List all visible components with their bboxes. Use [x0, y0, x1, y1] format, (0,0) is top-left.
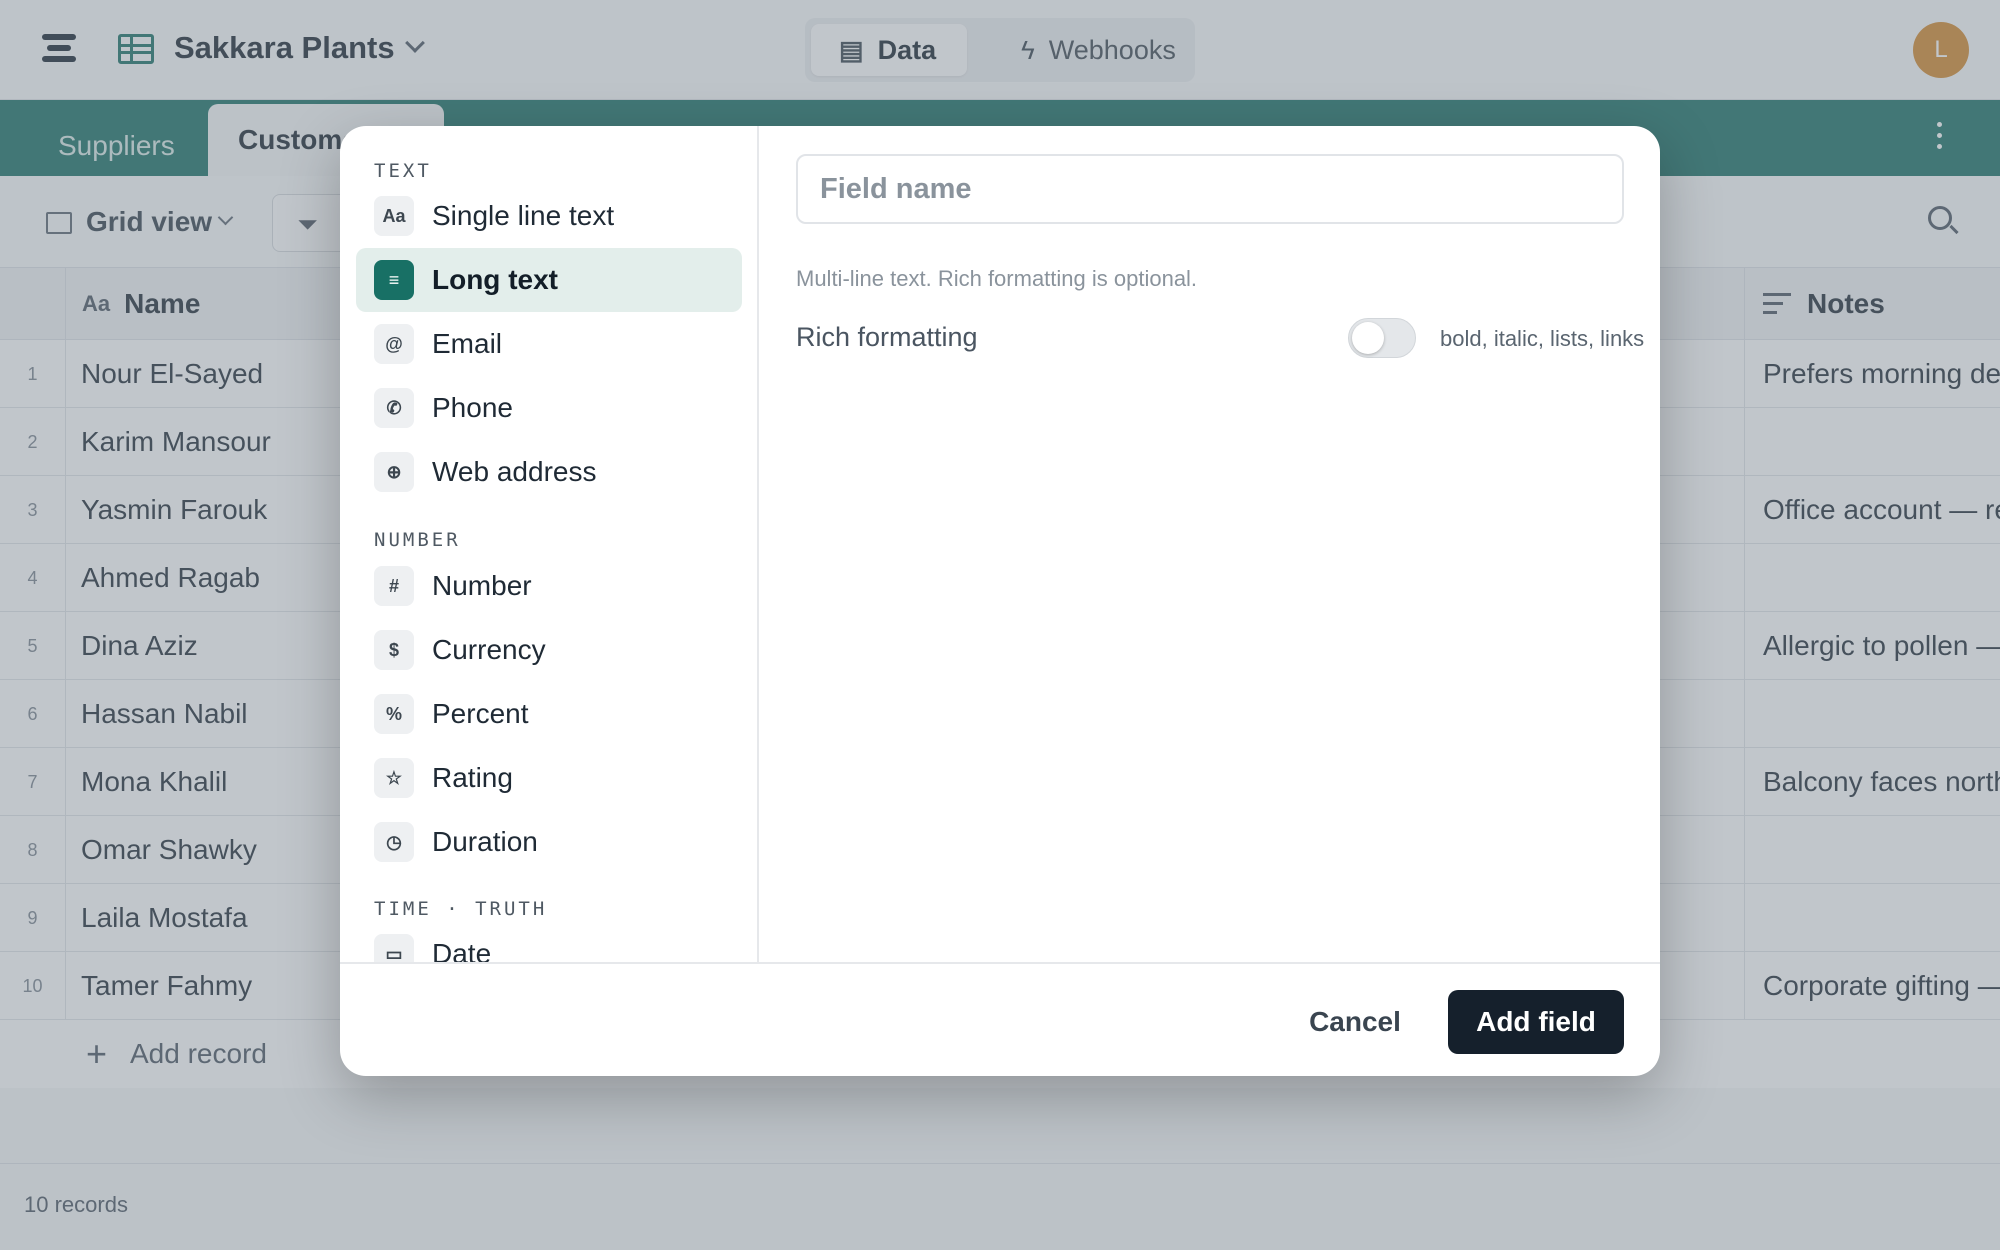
globe-icon: ⊕: [374, 452, 414, 492]
field-type-currency[interactable]: $ Currency: [356, 618, 742, 682]
field-type-phone[interactable]: ✆ Phone: [356, 376, 742, 440]
field-type-single-line-text[interactable]: Aa Single line text: [356, 184, 742, 248]
text-field-icon: Aa: [374, 196, 414, 236]
field-type-label: Email: [432, 328, 503, 359]
field-type-long-text[interactable]: ≡ Long text: [356, 248, 742, 312]
field-type-label: Single line text: [432, 200, 615, 231]
percent-icon: %: [374, 694, 414, 734]
field-config-panel: Multi-line text. Rich formatting is opti…: [760, 126, 1660, 962]
long-text-icon: ≡: [374, 260, 414, 300]
dollar-icon: $: [374, 630, 414, 670]
field-name-input[interactable]: [796, 154, 1624, 224]
field-type-description: Multi-line text. Rich formatting is opti…: [796, 266, 1198, 291]
star-icon: ☆: [374, 758, 414, 798]
field-type-label: Currency: [432, 634, 546, 665]
field-type-percent[interactable]: % Percent: [356, 682, 742, 746]
at-sign-icon: @: [374, 324, 414, 364]
field-type-date[interactable]: ▭ Date: [356, 922, 742, 962]
field-type-email[interactable]: @ Email: [356, 312, 742, 376]
field-type-label: Rating: [432, 762, 513, 793]
field-type-label: Percent: [432, 698, 529, 729]
group-heading-number: NUMBER: [374, 529, 461, 551]
clock-icon: ◷: [374, 822, 414, 862]
group-heading-time: TIME · TRUTH: [374, 898, 548, 920]
field-type-number[interactable]: # Number: [356, 554, 742, 618]
add-field-button[interactable]: Add field: [1448, 990, 1624, 1054]
group-heading-text: TEXT: [374, 160, 432, 182]
field-type-list: TEXT Aa Single line text ≡ Long text @ E…: [340, 126, 759, 962]
field-type-label: Phone: [432, 392, 513, 423]
rich-formatting-hint: bold, italic, lists, links: [1440, 326, 1645, 351]
field-type-label: Duration: [432, 826, 538, 857]
field-type-label: Number: [432, 570, 532, 601]
field-type-duration[interactable]: ◷ Duration: [356, 810, 742, 874]
add-field-dialog: TEXT Aa Single line text ≡ Long text @ E…: [340, 126, 1660, 1076]
cancel-button[interactable]: Cancel: [1290, 990, 1420, 1054]
dialog-footer: Cancel Add field: [340, 962, 1660, 1076]
field-type-label: Web address: [432, 456, 597, 487]
phone-icon: ✆: [374, 388, 414, 428]
rich-formatting-toggle[interactable]: [1348, 318, 1416, 358]
field-type-label: Date: [432, 938, 492, 962]
field-type-web-address[interactable]: ⊕ Web address: [356, 440, 742, 504]
field-type-label: Long text: [432, 264, 558, 295]
calendar-icon: ▭: [374, 934, 414, 962]
hash-icon: #: [374, 566, 414, 606]
rich-formatting-label: Rich formatting: [796, 322, 978, 352]
field-type-rating[interactable]: ☆ Rating: [356, 746, 742, 810]
